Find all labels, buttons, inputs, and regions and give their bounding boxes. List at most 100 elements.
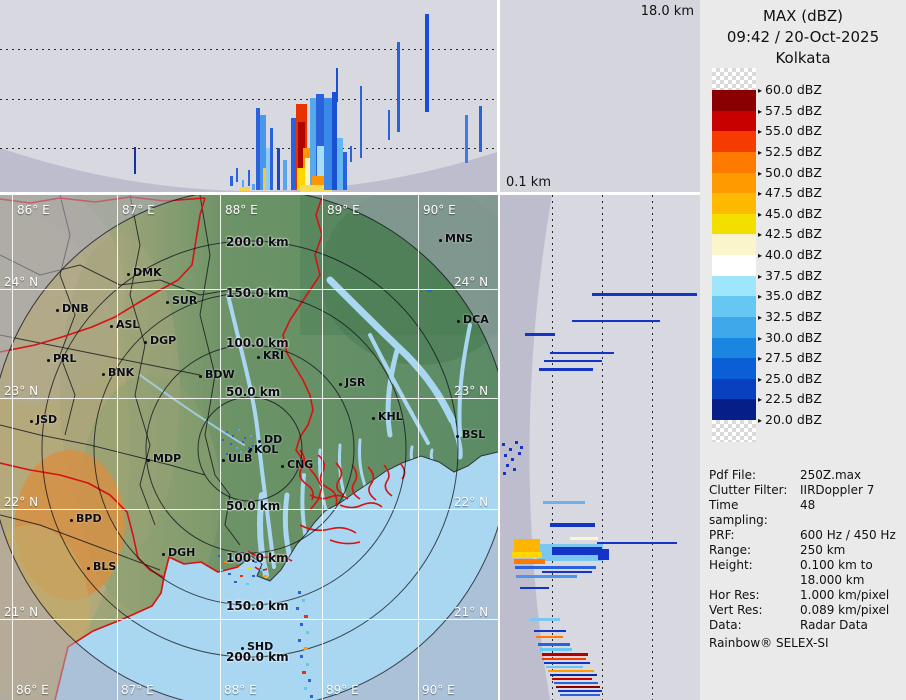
city-marker	[339, 383, 342, 386]
range-gridline	[552, 195, 553, 700]
info-label: Data:	[709, 618, 742, 632]
reflectivity-echo	[427, 290, 432, 292]
city-marker	[281, 465, 284, 468]
longitude-gridline	[322, 195, 323, 700]
city-label: JSD	[36, 413, 58, 426]
legend-tick-text: 55.0 dBZ	[765, 123, 822, 139]
reflectivity-echo	[230, 443, 232, 445]
city-label: JSR	[345, 376, 366, 389]
reflectivity-echo	[515, 441, 518, 444]
city-marker	[162, 553, 165, 556]
longitude-label-top: 87° E	[122, 203, 155, 217]
reflectivity-echo	[525, 333, 555, 336]
legend-swatch	[712, 110, 756, 132]
reflectivity-echo	[300, 623, 303, 626]
city-label: DGH	[168, 546, 196, 559]
reflectivity-echo	[240, 187, 250, 191]
reflectivity-echo	[263, 168, 266, 190]
reflectivity-echo	[597, 542, 677, 544]
reflectivity-echo	[298, 639, 301, 642]
reflectivity-echo	[306, 631, 309, 634]
city-marker	[56, 309, 59, 312]
product-title-block: MAX (dBZ) 09:42 / 20-Oct-2025 Kolkata	[700, 6, 906, 69]
latitude-label-left: 21° N	[4, 605, 39, 619]
longitude-label-top: 90° E	[423, 203, 456, 217]
info-value: 1.000 km/pixel	[800, 588, 890, 602]
info-row: Clutter Filter: IIRDoppler 7	[709, 483, 901, 498]
longitude-label-bottom: 87° E	[121, 683, 154, 697]
info-value: 250 km	[800, 543, 846, 557]
legend-tick-text: 35.0 dBZ	[765, 288, 822, 304]
city-label: SUR	[172, 294, 198, 307]
info-label: Vert Res:	[709, 603, 763, 617]
legend-tick-label: ▸ 52.5 dBZ	[758, 144, 822, 159]
legend-swatch-below-min	[712, 420, 756, 442]
city-marker	[70, 519, 73, 522]
city-marker	[102, 373, 105, 376]
reflectivity-echo	[550, 674, 597, 676]
city-label: BNK	[108, 366, 135, 379]
reflectivity-echo	[544, 662, 590, 664]
legend-swatch	[712, 213, 756, 235]
reflectivity-echo	[230, 176, 233, 186]
city-marker	[372, 417, 375, 420]
info-label: Height:	[709, 558, 753, 572]
reflectivity-echo	[252, 575, 255, 577]
reflectivity-echo	[560, 694, 600, 696]
legend-swatch	[712, 90, 756, 112]
reflectivity-echo	[504, 454, 507, 457]
reflectivity-echo	[572, 320, 660, 322]
reflectivity-echo	[542, 653, 588, 656]
legend-tick-text: 32.5 dBZ	[765, 308, 822, 324]
reflectivity-echo	[542, 571, 592, 573]
reflectivity-echo	[518, 452, 521, 455]
reflectivity-echo	[542, 658, 586, 660]
reflectivity-echo	[544, 360, 602, 362]
top-panel-blind-wedge	[0, 148, 497, 192]
reflectivity-echo	[343, 152, 347, 190]
max-height-label: 18.0 km	[640, 4, 694, 19]
reflectivity-echo	[536, 636, 563, 638]
reflectivity-echo	[558, 690, 602, 692]
info-label: Pdf File:	[709, 468, 757, 482]
range-ring-label: 200.0 km	[226, 235, 289, 249]
info-value: Radar Data	[800, 618, 868, 632]
legend-swatch	[712, 151, 756, 173]
info-value: 250Z.max	[800, 468, 862, 482]
city-marker	[147, 459, 150, 462]
city-label: KOL	[254, 443, 279, 456]
reflectivity-echo	[425, 14, 429, 112]
city-label: MNS	[445, 232, 474, 245]
city-label: KRI	[263, 349, 285, 362]
city-label: BDW	[205, 368, 235, 381]
info-row: Hor Res: 1.000 km/pixel	[709, 588, 901, 603]
legend-swatch	[712, 337, 756, 359]
longitude-label-bottom: 89° E	[326, 683, 359, 697]
reflectivity-echo	[388, 110, 390, 140]
reflectivity-echo	[520, 446, 523, 449]
info-value: IIRDoppler 7	[800, 483, 875, 497]
radar-map-panel: 86° E 86° E 87° E 87° E 88° E 88° E 89° E 89° E…	[0, 195, 498, 700]
reflectivity-echo	[248, 447, 250, 449]
legend-swatch	[712, 378, 756, 400]
reflectivity-echo	[397, 42, 400, 132]
city-label: MDP	[153, 452, 182, 465]
reflectivity-echo	[539, 368, 593, 371]
reflectivity-echo	[598, 549, 609, 560]
tick-arrow-icon: ▸	[758, 354, 763, 364]
reflectivity-echo	[534, 630, 566, 632]
city-marker	[457, 320, 460, 323]
legend-tick-label: ▸ 35.0 dBZ	[758, 289, 822, 303]
city-marker	[110, 325, 113, 328]
reflectivity-echo	[513, 468, 516, 471]
height-gridline	[0, 99, 497, 100]
reflectivity-echo	[238, 429, 240, 431]
tick-arrow-icon: ▸	[758, 416, 763, 425]
reflectivity-echo	[502, 443, 505, 446]
city-marker	[87, 567, 90, 570]
legend-tick-label: ▸ 55.0 dBZ	[758, 124, 822, 138]
reflectivity-echo	[252, 184, 255, 190]
product-name: MAX (dBZ)	[762, 7, 844, 25]
reflectivity-echo	[515, 566, 596, 569]
range-gridline	[602, 195, 603, 700]
